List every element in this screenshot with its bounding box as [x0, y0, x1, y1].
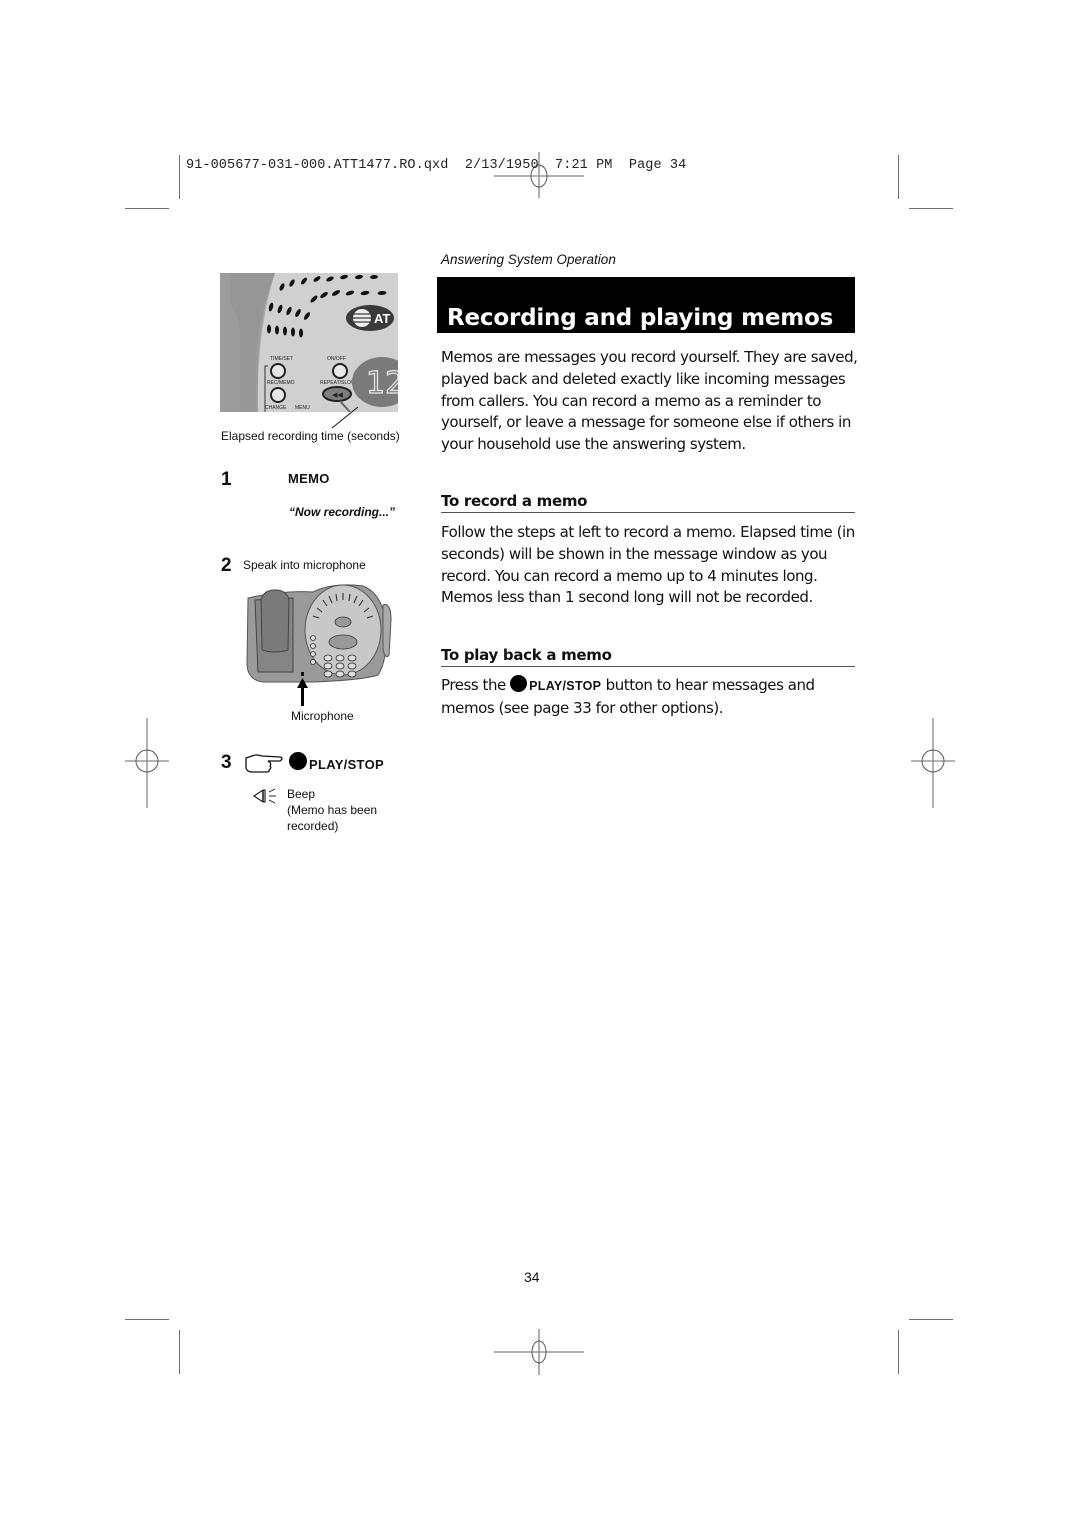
play-stop-dot-icon [510, 675, 528, 692]
step-2-number: 2 [221, 555, 232, 576]
button-label-rec-memo: REC/MEMO [267, 380, 295, 386]
base-unit-illustration [246, 584, 392, 706]
microphone-caption: Microphone [291, 709, 354, 723]
step-1-number: 1 [221, 469, 232, 490]
section-label: Answering System Operation [441, 252, 616, 267]
elapsed-time-caption: Elapsed recording time (seconds) [221, 429, 400, 443]
button-label-repeat-slow: REPEAT/SLOW [320, 380, 356, 386]
play-stop-label: PLAY/STOP [529, 679, 602, 693]
button-label-menu: MENU [295, 405, 310, 411]
title-bar: Recording and playing memos [437, 277, 855, 333]
step-3-number: 3 [221, 752, 232, 773]
speak-into-microphone-text: Speak into microphone [243, 558, 366, 572]
crop-mark [125, 1319, 169, 1321]
page-title: Recording and playing memos [447, 305, 834, 331]
crop-mark [125, 208, 169, 210]
button-label-on-off: ON/OFF [327, 356, 346, 362]
print-slug: 91-005677-031-000.ATT1477.RO.qxd 2/13/19… [186, 158, 687, 173]
crop-mark [179, 1330, 181, 1374]
crop-mark [898, 1330, 900, 1374]
play-stop-button-label: PLAY/STOP [309, 757, 384, 772]
button-label-time-set: TIME/SET [270, 356, 293, 362]
playback-heading: To play back a memo [441, 646, 855, 667]
registration-mark-bottom [494, 1329, 584, 1375]
record-heading: To record a memo [441, 492, 855, 513]
pointing-hand-icon [245, 754, 283, 773]
record-paragraph: Follow the steps at left to record a mem… [441, 523, 855, 607]
crop-mark [909, 1319, 953, 1321]
registration-mark-left [125, 718, 169, 808]
button-label-change: CHANGE [265, 405, 287, 411]
memo-button-label: MEMO [288, 471, 330, 486]
playback-paragraph: Press the PLAY/STOP button to hear messa… [441, 675, 861, 720]
display-readout: 12 [366, 366, 398, 401]
crop-mark [909, 208, 953, 210]
playback-text-before: Press the [441, 676, 511, 694]
crop-mark [898, 155, 900, 199]
base-closeup-illustration: AT ◀◀ TIME/SET ON/OFF REC/MEMO REPEAT/SL… [220, 273, 398, 412]
page-number: 34 [524, 1269, 540, 1285]
memo-recorded-text-2: recorded) [287, 819, 339, 833]
registration-mark-right [911, 718, 955, 808]
speaker-icon [253, 788, 276, 804]
beep-text: Beep [287, 787, 316, 801]
memo-recorded-text-1: (Memo has been [287, 803, 378, 817]
now-recording-prompt: “Now recording...” [289, 505, 396, 519]
svg-text:◀◀: ◀◀ [332, 391, 343, 399]
crop-mark [179, 155, 181, 199]
play-stop-dot-icon-step [289, 752, 307, 770]
pointer-line [331, 406, 359, 429]
intro-paragraph: Memos are messages you record yourself. … [441, 348, 858, 454]
logo-text: AT [374, 311, 390, 326]
